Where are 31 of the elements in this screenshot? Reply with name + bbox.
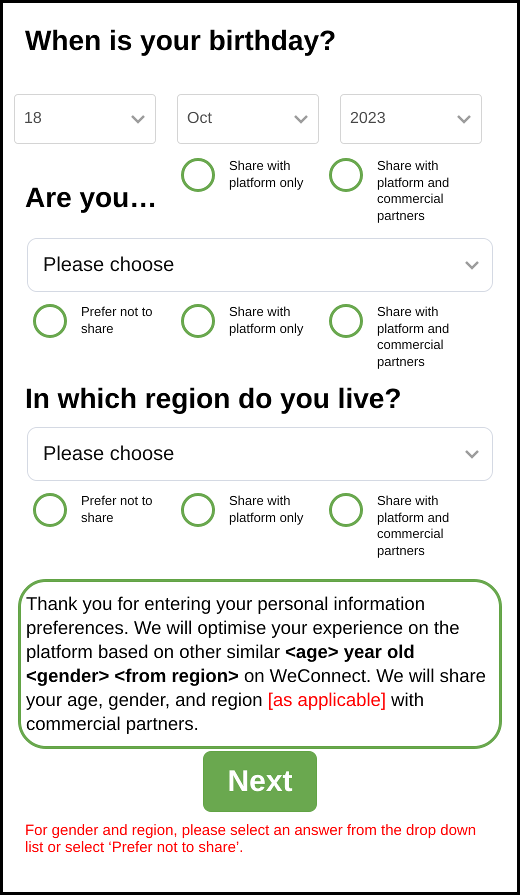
section-title: Are you… xyxy=(25,181,158,215)
radio-button[interactable] xyxy=(181,158,215,192)
radio-button[interactable] xyxy=(329,493,363,527)
chevron-down-icon xyxy=(293,114,309,124)
radio-label: Share with platform and commercial partners xyxy=(377,158,450,224)
radio-label: Share with platform only xyxy=(229,304,304,337)
chevron-down-icon xyxy=(464,260,480,270)
validation-note: For gender and region, please select an answer from the drop down list or select ‘Prefer not to share’. xyxy=(25,822,478,856)
radio-label: Prefer not to share xyxy=(81,304,154,337)
date-select[interactable]: 18 xyxy=(14,94,156,144)
radio-label: Prefer not to share xyxy=(81,493,154,526)
radio-button[interactable] xyxy=(33,304,67,338)
radio-button[interactable] xyxy=(181,304,215,338)
radio-button[interactable] xyxy=(329,158,363,192)
radio-label: Share with platform only xyxy=(229,493,304,526)
dropdown-select[interactable]: Please choose xyxy=(27,427,493,481)
radio-button[interactable] xyxy=(329,304,363,338)
chevron-down-icon xyxy=(456,114,472,124)
radio-label: Share with platform only xyxy=(229,158,304,191)
date-select[interactable]: Oct xyxy=(177,94,319,144)
dropdown-select[interactable]: Please choose xyxy=(27,238,493,292)
chevron-down-icon xyxy=(130,114,146,124)
section-title: In which region do you live? xyxy=(25,382,402,416)
radio-label: Share with platform and commercial partners xyxy=(377,493,450,559)
info-paragraph: Thank you for entering your personal information preferences. We will optimise your experience on the platform based on other similar <age> year old <gender> <from region> on WeConnect. We will share your age, gender, and region [as applicable] with commercial partners. xyxy=(26,592,487,736)
radio-button[interactable] xyxy=(181,493,215,527)
section-title: When is your birthday? xyxy=(25,24,338,58)
radio-label: Share with platform and commercial partners xyxy=(377,304,450,370)
radio-button[interactable] xyxy=(33,493,67,527)
date-select[interactable]: 2023 xyxy=(340,94,482,144)
chevron-down-icon xyxy=(464,449,480,459)
